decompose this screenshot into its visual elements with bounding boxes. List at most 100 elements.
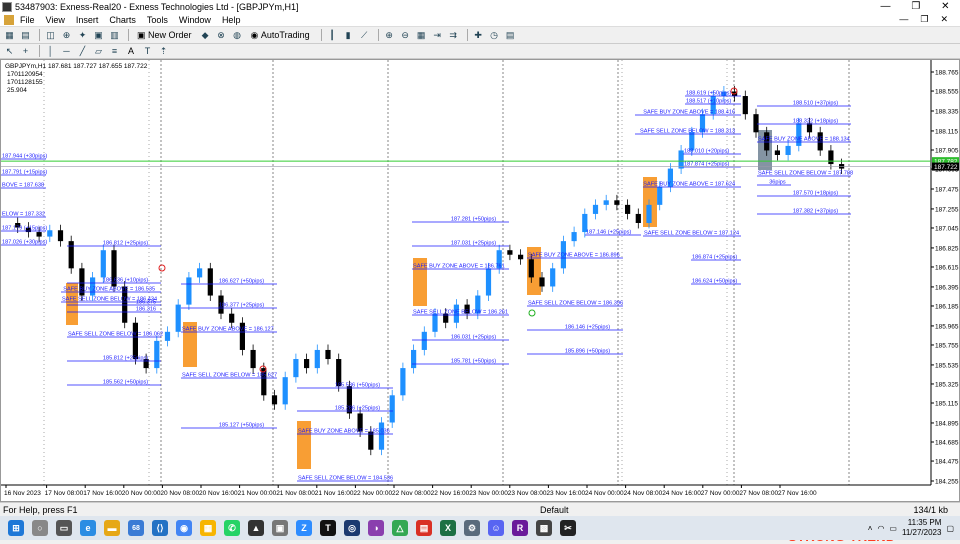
drive-icon[interactable]: △	[392, 520, 408, 536]
app-icon-dark[interactable]: ▩	[536, 520, 552, 536]
search-icon[interactable]: ○	[32, 520, 48, 536]
horizontal-line-icon[interactable]: ─	[60, 45, 73, 58]
notification-icon[interactable]: ▢	[946, 524, 954, 533]
pdf-icon[interactable]: ▤	[416, 520, 432, 536]
metaeditor-icon[interactable]: ◆	[199, 29, 212, 42]
level-label: 187.944 (+30pips)	[2, 154, 47, 160]
fibonacci-icon[interactable]: ≡	[108, 45, 121, 58]
menu-insert[interactable]: Insert	[76, 15, 99, 25]
menu-tools[interactable]: Tools	[147, 15, 168, 25]
price-chart[interactable]: 188.619 (+50pips) 188.517 (+10pips) SAFE B…	[0, 59, 960, 544]
level-label: 187.382 (+37pips)	[793, 209, 838, 215]
app-icon-gray[interactable]: ▣	[272, 520, 288, 536]
level-label: 186.624 (+50pips)	[692, 279, 737, 285]
data-window-icon[interactable]: ⊕	[60, 29, 73, 42]
price-label: 186.185	[935, 303, 959, 310]
level-label: BOVE = 187.638	[2, 183, 44, 189]
profiles-icon[interactable]: ▤	[19, 29, 32, 42]
whatsapp-icon[interactable]: ✆	[224, 520, 240, 536]
vertical-line-icon[interactable]: │	[44, 45, 57, 58]
level-label: SAFE SELL ZONE BELOW = 187.788	[758, 171, 853, 177]
level-label: SAFE BUY ZONE ABOVE = 186.896	[528, 253, 620, 259]
indicators-icon[interactable]: ✚	[472, 29, 485, 42]
close-icon[interactable]: ✕	[941, 1, 949, 12]
periods-icon[interactable]: ◷	[488, 29, 501, 42]
vscode-icon[interactable]: ⟨⟩	[152, 520, 168, 536]
level-label: 187.146 (+25pips)	[586, 230, 631, 236]
tradingview-icon[interactable]: T	[320, 520, 336, 536]
candle-body	[828, 150, 834, 165]
restore-icon[interactable]: ❐	[911, 1, 920, 12]
chat-icon[interactable]: 68	[128, 520, 144, 536]
chrome-icon[interactable]: ◉	[176, 520, 192, 536]
menu-help[interactable]: Help	[222, 15, 241, 25]
bar-chart-icon[interactable]: ┃	[326, 29, 339, 42]
arrow-tool-icon[interactable]: ⇡	[157, 45, 170, 58]
doc-restore-icon[interactable]: ❐	[920, 14, 928, 25]
excel-icon[interactable]: X	[440, 520, 456, 536]
price-label: 185.535	[935, 362, 959, 369]
level-label: 186.377 (+25pips)	[219, 303, 264, 309]
tray-arrow-icon[interactable]: ˄	[868, 524, 873, 533]
candle-body	[785, 145, 791, 155]
new-order-button[interactable]: ▣ New Order	[133, 29, 196, 42]
price-label: 185.325	[935, 381, 959, 388]
telegram-icon[interactable]: ◎	[344, 520, 360, 536]
app-icon-steel[interactable]: ⚙	[464, 520, 480, 536]
zoom-out-icon[interactable]: ⊖	[399, 29, 412, 42]
metatrader-icon[interactable]: ▲	[248, 520, 264, 536]
navigator-icon[interactable]: ✦	[76, 29, 89, 42]
signals-icon[interactable]: ⊗	[215, 29, 228, 42]
market-icon[interactable]: ◍	[231, 29, 244, 42]
channel-icon[interactable]: ▱	[92, 45, 105, 58]
time-label: 27 Nov 08:00	[739, 490, 778, 497]
strategy-tester-icon[interactable]: ▥	[108, 29, 121, 42]
notes-icon[interactable]: ▦	[200, 520, 216, 536]
level-label: 185.127 (+50pips)	[219, 423, 264, 429]
app-icon-purple[interactable]: ◑	[368, 520, 384, 536]
chart-shift-icon[interactable]: ⇥	[431, 29, 444, 42]
capcut-icon[interactable]: ✂	[560, 520, 576, 536]
candle-body	[132, 322, 138, 360]
candlestick-icon[interactable]: ▮	[342, 29, 355, 42]
doc-minimize-icon[interactable]: —	[899, 14, 908, 25]
new-chart-icon[interactable]: ▦	[3, 29, 16, 42]
autotrading-button[interactable]: ◉ AutoTrading	[247, 29, 314, 42]
zoom-in-icon[interactable]: ⊕	[383, 29, 396, 42]
menu-charts[interactable]: Charts	[109, 15, 136, 25]
edge-icon[interactable]: e	[80, 520, 96, 536]
file-explorer-icon[interactable]: ▬	[104, 520, 120, 536]
doc-close-icon[interactable]: ✕	[940, 14, 948, 25]
market-watch-icon[interactable]: ◫	[44, 29, 57, 42]
chart-doc-icon	[4, 14, 14, 25]
clock[interactable]: 11:35 PM 11/27/2023	[902, 518, 941, 538]
app-icon-r[interactable]: R	[512, 520, 528, 536]
tile-windows-icon[interactable]: ▦	[415, 29, 428, 42]
templates-icon[interactable]: ▤	[504, 29, 517, 42]
candle-body	[154, 340, 160, 369]
menu-view[interactable]: View	[46, 15, 65, 25]
candle-body	[282, 377, 288, 405]
discord-icon[interactable]: ☺	[488, 520, 504, 536]
cursor-icon[interactable]: ↖	[3, 45, 16, 58]
zoom-app-icon[interactable]: Z	[296, 520, 312, 536]
price-label: 184.255	[935, 479, 959, 486]
line-chart-icon[interactable]: ⟋	[358, 29, 371, 42]
chart-canvas[interactable]: 188.619 (+50pips) 188.517 (+10pips) SAFE B…	[1, 60, 959, 501]
battery-icon[interactable]: ▭	[889, 524, 897, 533]
crosshair-icon[interactable]: +	[19, 45, 32, 58]
minimize-icon[interactable]: —	[880, 1, 890, 12]
wifi-icon[interactable]: ◠	[877, 524, 884, 533]
task-view-icon[interactable]: ▭	[56, 520, 72, 536]
price-label: 188.555	[935, 89, 959, 96]
candle-body	[164, 331, 171, 341]
text-tool-button[interactable]: A	[124, 45, 138, 58]
menu-window[interactable]: Window	[179, 15, 211, 25]
candle-body	[304, 359, 310, 369]
autoscroll-icon[interactable]: ⇉	[447, 29, 460, 42]
start-icon[interactable]: ⊞	[8, 520, 24, 536]
menu-file[interactable]: File	[20, 15, 35, 25]
text-label-icon[interactable]: T	[141, 45, 154, 58]
trendline-icon[interactable]: ╱	[76, 45, 89, 58]
terminal-icon[interactable]: ▣	[92, 29, 105, 42]
